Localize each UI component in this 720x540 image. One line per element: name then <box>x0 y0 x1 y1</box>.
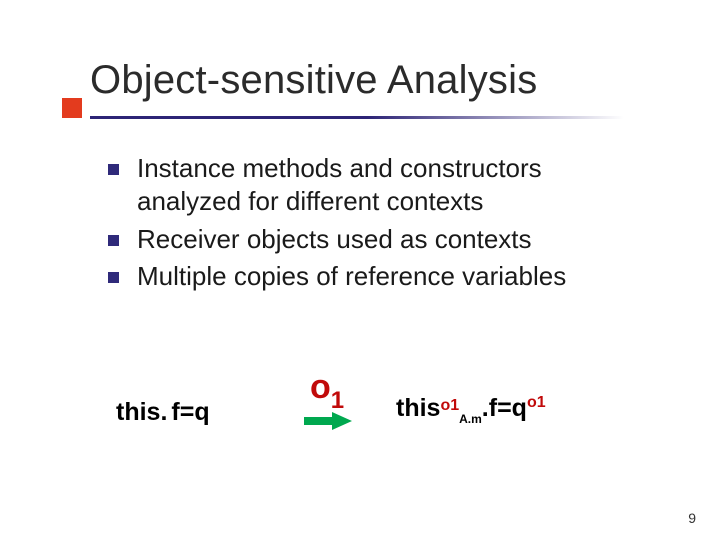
rhs-dot: . <box>482 394 489 422</box>
context-1: 1 <box>331 387 344 414</box>
bullet-list: Instance methods and constructors analyz… <box>108 152 648 297</box>
formula-lhs: this.f=q <box>116 398 210 427</box>
bullet-item: Instance methods and constructors analyz… <box>108 152 648 219</box>
slide-title: Object-sensitive Analysis <box>90 58 537 103</box>
arrow-icon <box>304 412 352 435</box>
title-area: Object-sensitive Analysis <box>90 58 537 103</box>
page-number: 9 <box>688 510 696 526</box>
lhs-rest: f=q <box>171 398 209 426</box>
title-accent-square <box>62 98 82 118</box>
rhs-f-eq: f=q <box>489 394 527 422</box>
bullet-text: Receiver objects used as contexts <box>137 223 532 256</box>
rhs-this: this <box>396 394 440 422</box>
bullet-square-icon <box>108 164 119 175</box>
rhs-super-o1-b: o1 <box>527 394 546 411</box>
formula-rhs: thiso1A.m.f=qo1 <box>396 394 546 425</box>
context-label-o1: o1 <box>310 368 344 413</box>
bullet-square-icon <box>108 272 119 283</box>
rhs-super-o1-a: o1 <box>440 397 459 414</box>
bullet-square-icon <box>108 235 119 246</box>
bullet-text: Instance methods and constructors analyz… <box>137 152 648 219</box>
title-underline <box>90 116 624 119</box>
slide: Object-sensitive Analysis Instance metho… <box>0 0 720 540</box>
lhs-this: this. <box>116 398 167 426</box>
bullet-text: Multiple copies of reference variables <box>137 260 566 293</box>
bullet-item: Receiver objects used as contexts <box>108 223 648 256</box>
bullet-item: Multiple copies of reference variables <box>108 260 648 293</box>
rhs-sub-am: A.m <box>459 412 482 426</box>
context-o: o <box>310 368 331 406</box>
